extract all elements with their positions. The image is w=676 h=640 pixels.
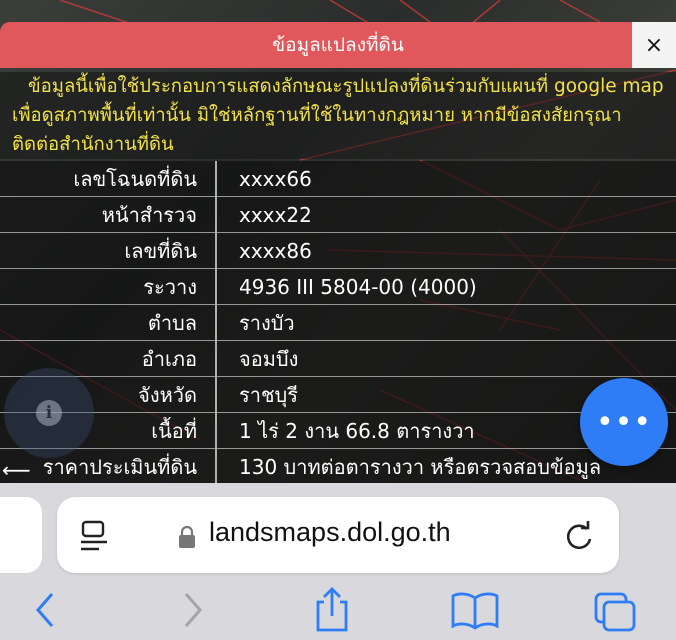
left-arrow-icon[interactable]: ⟵: [2, 458, 31, 482]
dialog-title: ข้อมูลแปลงที่ดิน: [272, 34, 404, 56]
row-label: ตำบล: [0, 304, 217, 341]
row-label: ระวาง: [0, 268, 217, 305]
row-value: จอมบึง: [216, 340, 676, 377]
more-options-button[interactable]: •••: [580, 378, 668, 466]
book-icon[interactable]: [450, 590, 500, 630]
row-value: xxxx86: [216, 232, 676, 269]
url-text: landsmaps.dol.go.th: [209, 517, 451, 547]
table-row: อำเภอ จอมบึง: [0, 340, 676, 377]
table-row: ราคาประเมินที่ดิน 130 บาทต่อตารางวา หรือต…: [0, 448, 676, 485]
chevron-right-icon[interactable]: [178, 590, 208, 630]
browser-toolbar: [0, 586, 676, 640]
share-icon[interactable]: [312, 586, 352, 634]
table-row: ระวาง 4936 III 5804-00 (4000): [0, 268, 676, 305]
reader-icon[interactable]: [79, 519, 109, 553]
row-label: หน้าสำรวจ: [0, 196, 217, 233]
row-label: เลขที่ดิน: [0, 232, 217, 269]
table-row: เนื้อที่ 1 ไร่ 2 งาน 66.8 ตารางวา: [0, 412, 676, 449]
table-row: จังหวัด ราชบุรี: [0, 376, 676, 413]
reload-icon[interactable]: [562, 519, 596, 553]
address-bar[interactable]: landsmaps.dol.go.th: [57, 497, 619, 573]
close-button[interactable]: ×: [632, 22, 676, 68]
previous-tab-card[interactable]: [0, 497, 42, 573]
row-value: 4936 III 5804-00 (4000): [216, 268, 676, 305]
row-value: xxxx22: [216, 196, 676, 233]
close-icon: ×: [644, 32, 664, 58]
table-row: หน้าสำรวจ xxxx22: [0, 196, 676, 233]
disclaimer-text: ข้อมูลนี้เพื่อใช้ประกอบการแสดงลักษณะรูปแ…: [0, 72, 676, 159]
row-value: xxxx66: [216, 161, 676, 197]
chevron-left-icon[interactable]: [30, 590, 60, 630]
row-value: รางบัว: [216, 304, 676, 341]
table-row: เลขโฉนดที่ดิน xxxx66: [0, 161, 676, 197]
browser-chrome: landsmaps.dol.go.th: [0, 483, 676, 640]
more-icon: •••: [595, 404, 653, 440]
info-button[interactable]: i: [4, 368, 94, 458]
info-icon: i: [36, 400, 62, 426]
table-row: เลขที่ดิน xxxx86: [0, 232, 676, 269]
row-label: เลขโฉนดที่ดิน: [0, 161, 217, 197]
parcel-info-table: เลขโฉนดที่ดิน xxxx66 หน้าสำรวจ xxxx22 เลขที่…: [0, 161, 676, 485]
lock-icon: [179, 525, 195, 548]
tabs-icon[interactable]: [592, 590, 640, 634]
dialog-header: ข้อมูลแปลงที่ดิน ×: [0, 22, 676, 68]
table-row: ตำบล รางบัว: [0, 304, 676, 341]
